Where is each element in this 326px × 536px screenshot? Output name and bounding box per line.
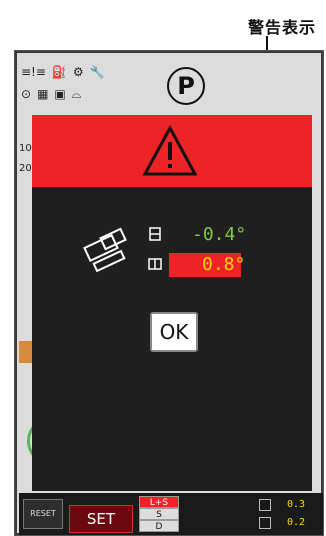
machine-tilt-icon <box>83 227 127 273</box>
wrench-icon: 🔧 <box>89 65 105 79</box>
ok-button[interactable]: OK <box>150 312 198 352</box>
status-row-2: ⊙ ▦ ▣ ⌓ <box>21 87 81 102</box>
set-button[interactable]: SET <box>69 505 133 533</box>
warning-small-icon: ≡!≡ <box>21 65 46 79</box>
front-back-tilt-value: -0.4° <box>192 224 247 245</box>
reset-button[interactable]: RESET <box>23 499 63 529</box>
gear-icon: ⚙ <box>72 65 84 79</box>
warning-dialog: -0.4° 0.8° OK <box>32 115 312 491</box>
turtle-icon: ⌓ <box>71 87 82 101</box>
mode-s[interactable]: S <box>139 508 179 520</box>
axis-side-icon <box>259 517 271 529</box>
parking-brake-icon: P <box>167 67 205 105</box>
filter-icon: ▦ <box>37 87 49 101</box>
bottom-value-2: 0.2 <box>287 517 306 528</box>
status-row-1: ≡!≡ ⛽ ⚙ 🔧 <box>21 65 105 79</box>
warning-triangle-icon <box>142 125 198 176</box>
mode-selector: L+S S D <box>139 496 179 534</box>
background-value-1: 10 <box>19 143 32 154</box>
battery-icon: ▣ <box>54 87 66 101</box>
bottom-value-1: 0.3 <box>287 499 306 510</box>
left-right-tilt-value: 0.8° <box>202 254 246 275</box>
axis-front-icon <box>259 499 271 511</box>
bottom-control-bar: RESET SET L+S S D 0.3 0.2 <box>19 493 323 535</box>
background-value-2: 20 <box>19 163 32 174</box>
axis-left-right-icon <box>148 258 162 270</box>
oil-icon: ⛽ <box>51 65 67 79</box>
mode-d[interactable]: D <box>139 520 179 532</box>
mode-ls[interactable]: L+S <box>139 496 179 508</box>
warning-header <box>32 115 312 187</box>
callout-label: 警告表示 <box>247 18 316 37</box>
engine-icon: ⊙ <box>21 87 32 101</box>
axis-front-back-icon <box>149 227 161 241</box>
